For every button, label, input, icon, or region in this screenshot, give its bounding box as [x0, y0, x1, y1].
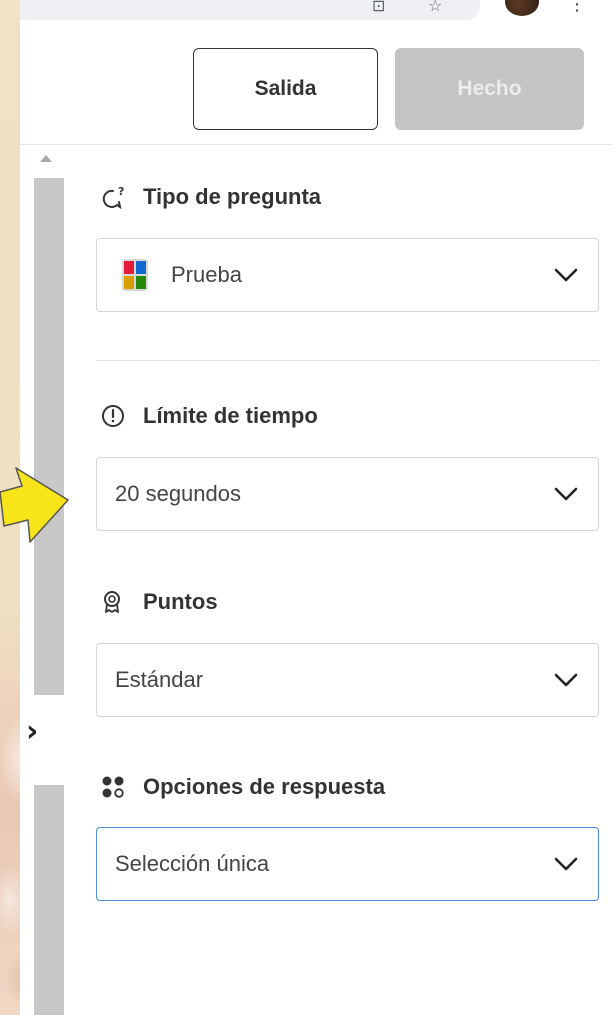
timer-icon — [101, 404, 131, 428]
points-title: Puntos — [143, 589, 218, 614]
pointer-arrow-annotation — [0, 467, 69, 543]
chevron-down-icon — [554, 857, 578, 871]
question-type-title: Tipo de pregunta — [143, 184, 322, 209]
question-type-heading: ? Tipo de pregunta — [101, 184, 321, 210]
time-limit-title: Límite de tiempo — [143, 403, 318, 428]
sidebar-toggle-area[interactable] — [34, 695, 64, 785]
answer-options-select[interactable]: Selección única — [96, 827, 599, 901]
browser-address-bar[interactable]: ⊡ ☆ — [20, 0, 480, 20]
answer-options-title: Opciones de respuesta — [143, 774, 386, 799]
done-button[interactable]: Hecho — [395, 48, 584, 130]
award-icon — [101, 590, 131, 614]
points-heading: Puntos — [101, 589, 218, 615]
section-divider — [96, 360, 599, 361]
bookmark-star-icon[interactable]: ☆ — [428, 0, 442, 15]
question-bubble-icon: ? — [101, 185, 131, 209]
scroll-up-arrow-icon[interactable] — [40, 155, 52, 162]
chevron-down-icon — [554, 487, 578, 501]
answer-options-heading: Opciones de respuesta — [101, 774, 385, 800]
question-type-value: Prueba — [171, 262, 242, 287]
points-select[interactable]: Estándar — [96, 643, 599, 717]
chevron-down-icon — [554, 268, 578, 282]
time-limit-heading: Límite de tiempo — [101, 403, 318, 429]
chevron-right-icon[interactable]: › — [26, 717, 38, 747]
dots-grid-icon — [101, 775, 131, 799]
svg-text:?: ? — [118, 185, 124, 198]
answer-options-value: Selección única — [115, 851, 270, 876]
browser-menu-icon[interactable]: ⋮ — [568, 0, 586, 15]
exit-button[interactable]: Salida — [193, 48, 378, 130]
time-limit-select[interactable]: 20 segundos — [96, 457, 599, 531]
time-limit-value: 20 segundos — [115, 481, 241, 506]
quiz-tiles-icon — [121, 258, 149, 292]
scrollbar-track[interactable] — [34, 178, 64, 1015]
question-type-select[interactable]: Prueba — [96, 238, 599, 312]
chevron-down-icon — [554, 673, 578, 687]
install-app-icon[interactable]: ⊡ — [372, 0, 385, 15]
points-value: Estándar — [115, 667, 204, 692]
